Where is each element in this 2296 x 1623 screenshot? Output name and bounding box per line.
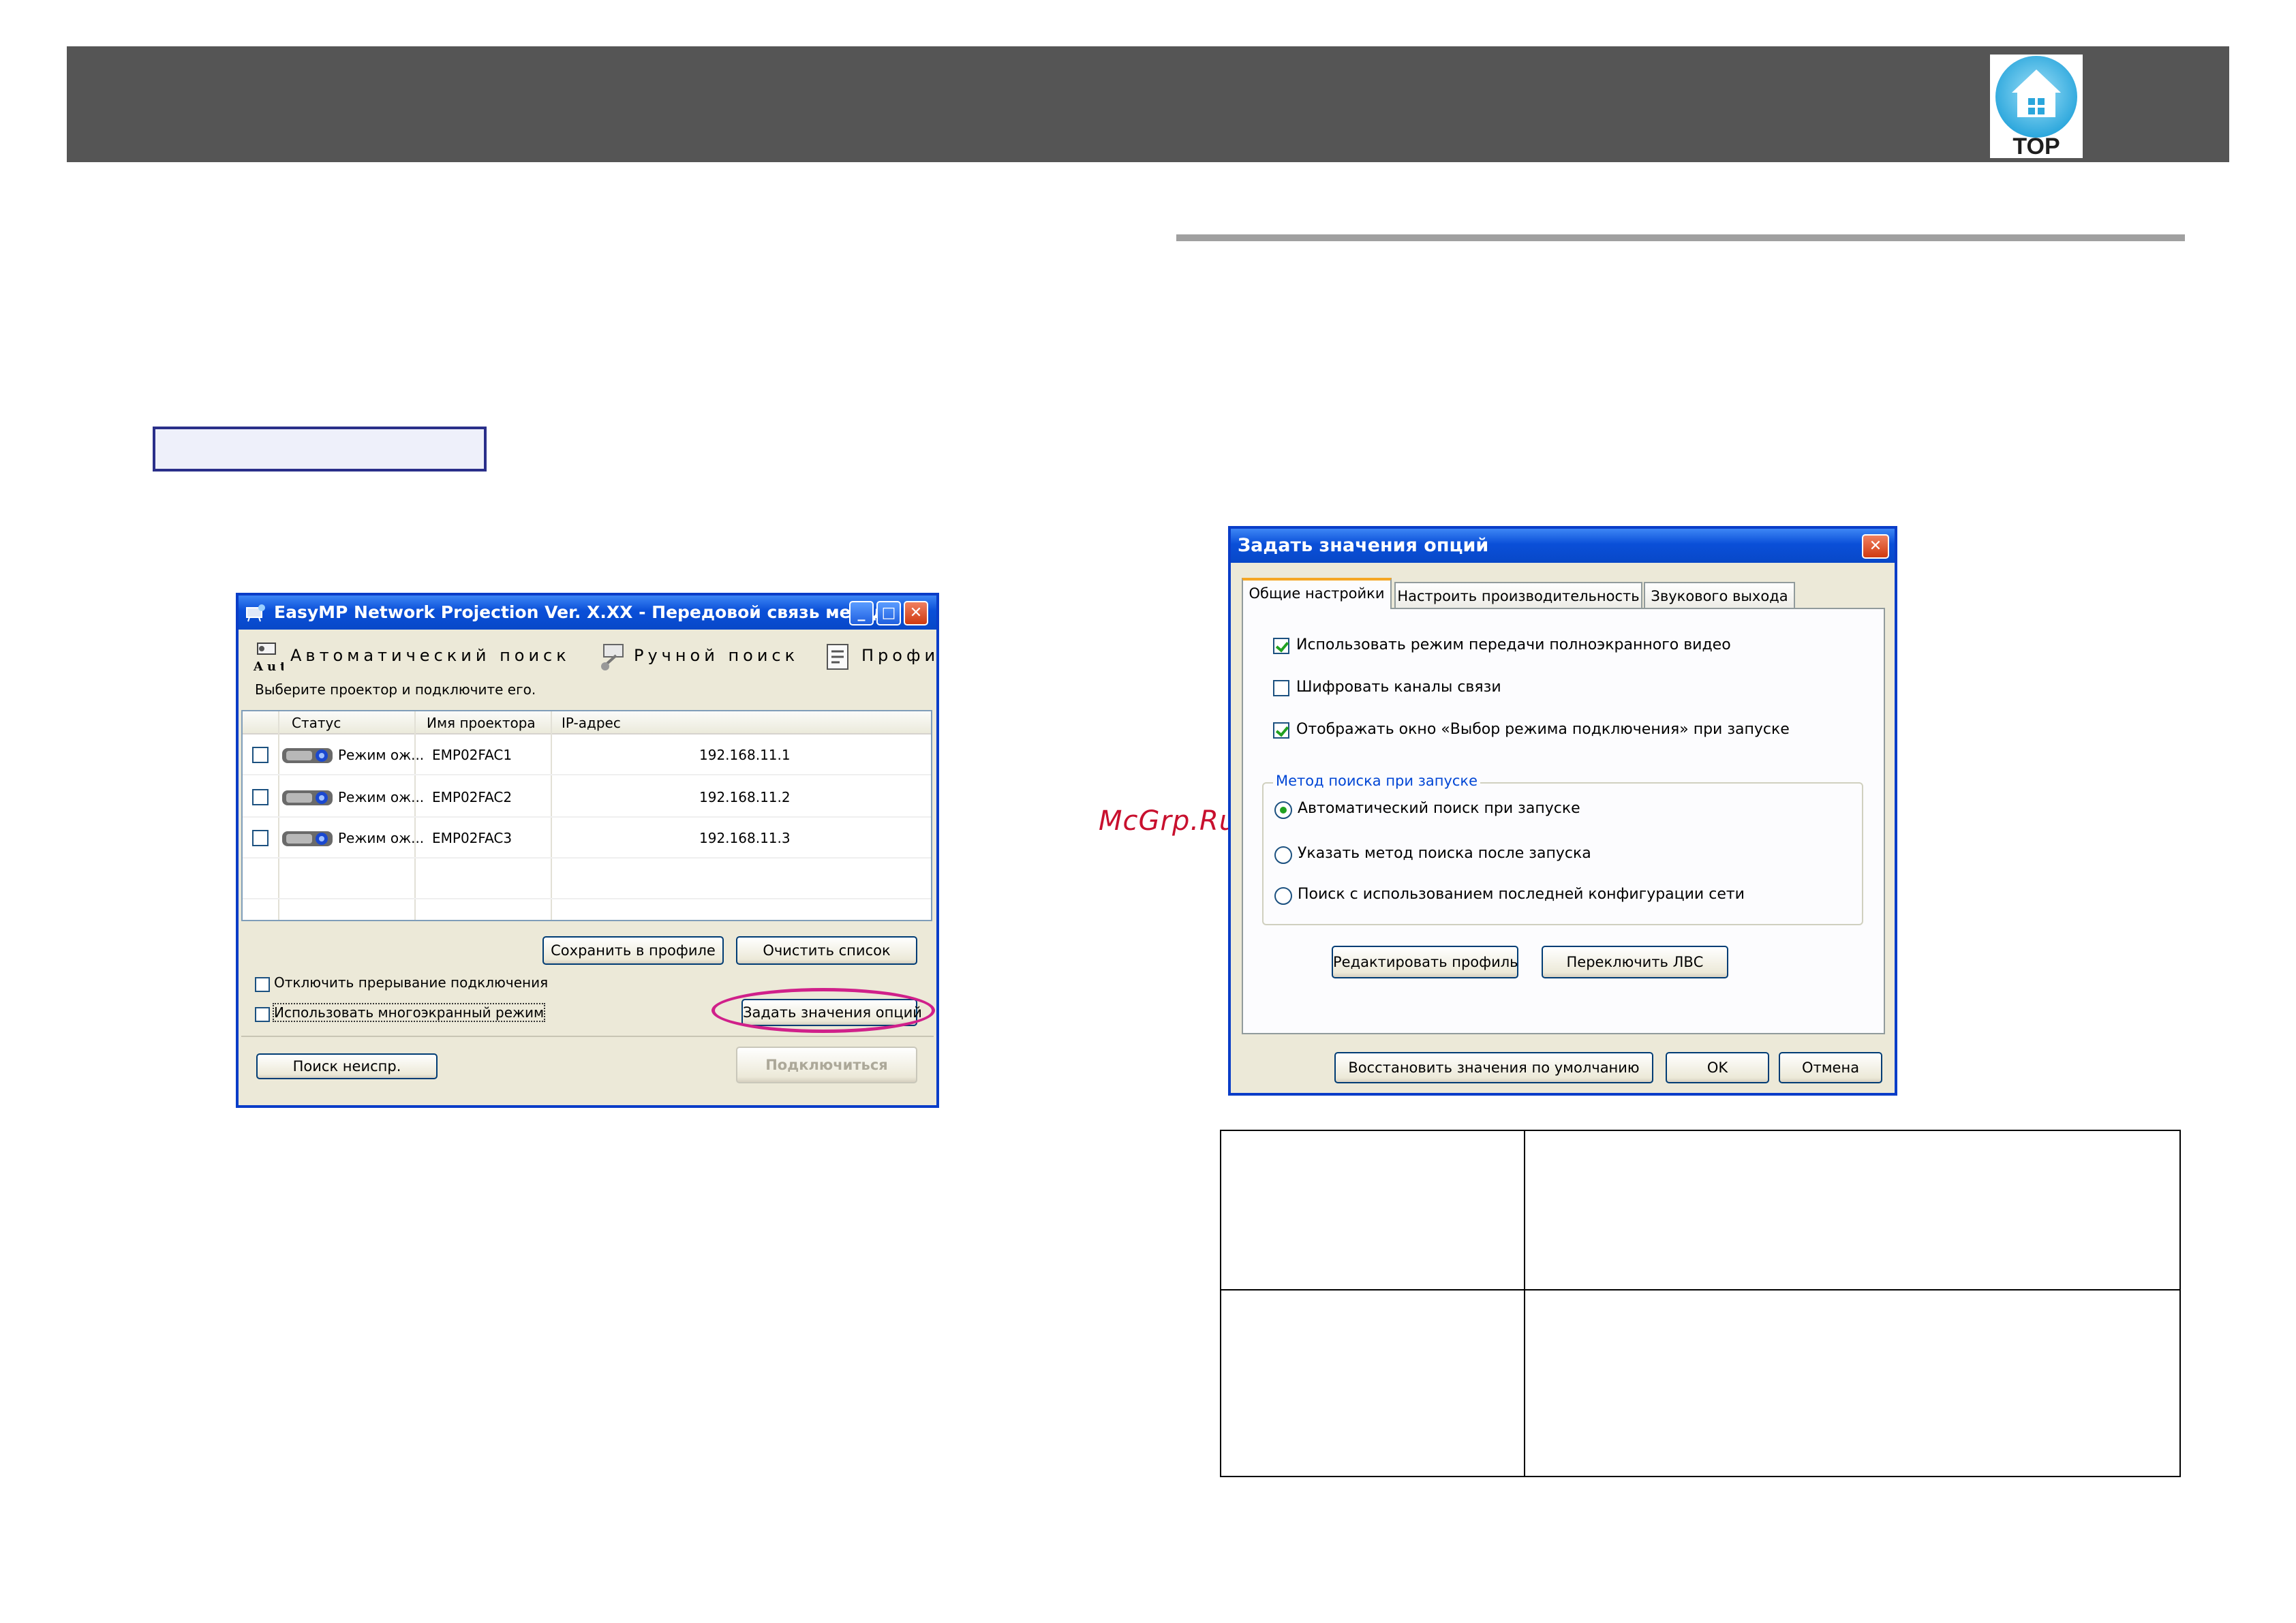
list-item bbox=[243, 899, 931, 920]
switch-lan-button[interactable]: Переключить ЛВС bbox=[1542, 946, 1728, 978]
close-button[interactable]: ✕ bbox=[904, 601, 928, 625]
top-label: TOP bbox=[2012, 134, 2060, 158]
column-projector-name[interactable]: Имя проектора bbox=[427, 711, 536, 735]
table-row[interactable]: Режим ож... EMP02FAC3 192.168.11.3 bbox=[243, 818, 931, 859]
table-row[interactable]: Режим ож... EMP02FAC2 192.168.11.2 bbox=[243, 777, 931, 818]
table-row[interactable]: Режим ож... EMP02FAC1 192.168.11.1 bbox=[243, 735, 931, 775]
row-status: Режим ож... bbox=[338, 747, 425, 763]
encrypt-channels-label: Шифровать каналы связи bbox=[1296, 679, 1501, 696]
show-connection-mode-checkbox[interactable] bbox=[1273, 722, 1289, 739]
row-checkbox[interactable] bbox=[252, 747, 269, 763]
encrypt-channels-checkbox[interactable] bbox=[1273, 680, 1289, 696]
row-checkbox[interactable] bbox=[252, 789, 269, 805]
description-table bbox=[1220, 1130, 2181, 1477]
row-projector-name: EMP02FAC3 bbox=[432, 830, 512, 846]
projector-icon bbox=[282, 748, 333, 763]
show-connection-mode-label: Отображать окно «Выбор режима подключени… bbox=[1296, 721, 1790, 738]
manual-search-icon bbox=[601, 644, 624, 670]
startup-search-legend: Метод поиска при запуске bbox=[1273, 773, 1481, 789]
auto-search-label: Автоматический поиск bbox=[290, 646, 570, 665]
ok-button[interactable]: OK bbox=[1666, 1052, 1769, 1083]
disable-interrupt-checkbox[interactable] bbox=[255, 977, 270, 992]
nav-box[interactable] bbox=[153, 427, 487, 472]
row-ip-address: 192.168.11.2 bbox=[699, 789, 791, 805]
disable-interrupt-label: Отключить прерывание подключения bbox=[274, 974, 549, 991]
multi-screen-checkbox[interactable] bbox=[255, 1007, 270, 1022]
row-projector-name: EMP02FAC1 bbox=[432, 747, 512, 763]
startup-search-group: Метод поиска при запуске Автоматический … bbox=[1262, 773, 1863, 925]
options-dialog: Задать значения опций ✕ Общие настройки … bbox=[1228, 526, 1897, 1096]
watermark: McGrp.Ru bbox=[1099, 805, 1238, 837]
row-checkbox[interactable] bbox=[252, 830, 269, 846]
easymp-window: EasyMP Network Projection Ver. X.XX - Пе… bbox=[236, 593, 939, 1108]
manual-search-tab[interactable]: Ручной поиск bbox=[598, 636, 830, 675]
projector-icon bbox=[282, 790, 333, 805]
projector-icon bbox=[282, 831, 333, 846]
multi-screen-label: Использовать многоэкранный режим bbox=[272, 1003, 546, 1022]
section-rule bbox=[1176, 234, 2185, 241]
easymp-title: EasyMP Network Projection Ver. X.XX - Пе… bbox=[274, 602, 900, 622]
connect-button[interactable]: Подключиться bbox=[736, 1047, 917, 1083]
search-fault-button[interactable]: Поиск неиспр. bbox=[256, 1053, 438, 1079]
tab-performance[interactable]: Настроить производительность bbox=[1394, 582, 1642, 609]
auto-search-radio[interactable] bbox=[1274, 801, 1292, 819]
header-bar bbox=[67, 46, 2229, 162]
instruction-text: Выберите проектор и подключите его. bbox=[255, 681, 536, 698]
easymp-titlebar: EasyMP Network Projection Ver. X.XX - Пе… bbox=[239, 596, 936, 630]
search-toolbar: Auto Автоматический поиск Ручной поиск П… bbox=[244, 636, 935, 677]
profile-tab[interactable]: Профи bbox=[823, 636, 939, 675]
table-row-divider bbox=[1221, 1289, 2179, 1290]
auto-search-icon: Auto bbox=[253, 643, 284, 673]
maximize-button[interactable]: □ bbox=[876, 601, 901, 625]
general-settings-panel: Использовать режим передачи полноэкранно… bbox=[1242, 608, 1885, 1034]
row-ip-address: 192.168.11.1 bbox=[699, 747, 791, 763]
profile-icon bbox=[827, 644, 848, 670]
row-status: Режим ож... bbox=[338, 830, 425, 846]
divider bbox=[241, 1036, 934, 1037]
list-header: Статус Имя проектора IP-адрес bbox=[243, 711, 931, 735]
cancel-button[interactable]: Отмена bbox=[1779, 1052, 1882, 1083]
edit-profile-button[interactable]: Редактировать профиль bbox=[1332, 946, 1518, 978]
table-column-divider bbox=[1524, 1131, 1525, 1476]
list-item bbox=[243, 859, 931, 899]
close-button[interactable]: ✕ bbox=[1862, 534, 1889, 559]
options-titlebar: Задать значения опций ✕ bbox=[1231, 529, 1895, 563]
svg-text:Auto: Auto bbox=[253, 660, 284, 673]
tab-general-settings[interactable]: Общие настройки bbox=[1242, 578, 1392, 609]
save-profile-button[interactable]: Сохранить в профиле bbox=[542, 936, 724, 965]
fullscreen-video-checkbox[interactable] bbox=[1273, 638, 1289, 654]
clear-list-button[interactable]: Очистить список bbox=[736, 936, 917, 965]
auto-search-radio-label: Автоматический поиск при запуске bbox=[1298, 800, 1580, 817]
last-config-radio[interactable] bbox=[1274, 887, 1292, 905]
fullscreen-video-label: Использовать режим передачи полноэкранно… bbox=[1296, 636, 1731, 653]
options-title: Задать значения опций bbox=[1238, 535, 1489, 556]
specify-method-radio[interactable] bbox=[1274, 846, 1292, 864]
restore-defaults-button[interactable]: Восстановить значения по умолчанию bbox=[1334, 1052, 1653, 1083]
column-status[interactable]: Статус bbox=[292, 711, 341, 735]
top-button[interactable]: TOP bbox=[1990, 55, 2083, 158]
row-status: Режим ож... bbox=[338, 789, 425, 805]
last-config-radio-label: Поиск с использованием последней конфигу… bbox=[1298, 886, 1745, 903]
tab-audio-output[interactable]: Звукового выхода bbox=[1644, 582, 1795, 609]
profile-label: Профи bbox=[861, 646, 940, 665]
projector-list: Статус Имя проектора IP-адрес Режим ож..… bbox=[241, 710, 932, 921]
manual-search-label: Ручной поиск bbox=[634, 646, 799, 665]
column-ip-address[interactable]: IP-адрес bbox=[562, 711, 621, 735]
auto-search-tab[interactable]: Auto Автоматический поиск bbox=[252, 636, 577, 675]
set-options-button[interactable]: Задать значения опций bbox=[741, 999, 922, 1026]
home-icon: TOP bbox=[1995, 56, 2077, 158]
specify-method-radio-label: Указать метод поиска после запуска bbox=[1298, 845, 1591, 862]
row-ip-address: 192.168.11.3 bbox=[699, 830, 791, 846]
row-projector-name: EMP02FAC2 bbox=[432, 789, 512, 805]
minimize-button[interactable]: _ bbox=[849, 601, 874, 625]
network-projector-icon bbox=[246, 604, 265, 622]
